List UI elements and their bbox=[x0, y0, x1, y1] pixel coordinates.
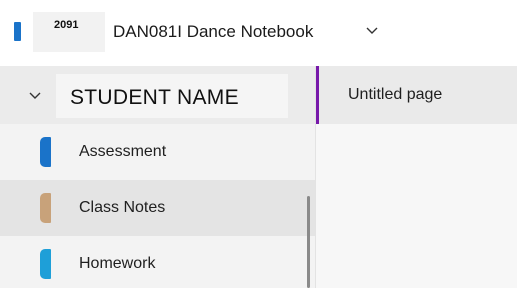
page-label: Untitled page bbox=[348, 86, 443, 103]
onenote-app: 2091 DAN081I Dance Notebook STUDENT NAME… bbox=[0, 0, 517, 288]
notebook-title[interactable]: DAN081I Dance Notebook bbox=[113, 22, 313, 42]
page-item-untitled[interactable]: Untitled page bbox=[316, 66, 517, 124]
pages-pane: Untitled page bbox=[316, 66, 517, 288]
section-group-header[interactable]: STUDENT NAME bbox=[0, 66, 315, 124]
notebook-badge: 2091 bbox=[33, 12, 105, 52]
section-item-assessment[interactable]: Assessment bbox=[0, 124, 315, 180]
section-tab-icon bbox=[40, 193, 51, 223]
section-tab-icon bbox=[40, 249, 51, 279]
section-label: Class Notes bbox=[79, 199, 166, 216]
section-group-label: STUDENT NAME bbox=[70, 86, 239, 109]
sections-scrollbar[interactable] bbox=[307, 196, 310, 288]
notebook-icon bbox=[14, 22, 21, 41]
section-tab-icon bbox=[40, 137, 51, 167]
section-label: Assessment bbox=[79, 143, 167, 160]
section-item-class-notes[interactable]: Class Notes bbox=[0, 180, 315, 236]
chevron-down-icon[interactable] bbox=[28, 88, 42, 102]
section-label: Homework bbox=[79, 255, 156, 272]
section-group-badge: STUDENT NAME bbox=[56, 74, 288, 118]
notebook-header: 2091 DAN081I Dance Notebook bbox=[0, 0, 517, 66]
page-selected-indicator bbox=[316, 66, 319, 124]
sections-pane: STUDENT NAME Assessment Class Notes Home… bbox=[0, 66, 315, 288]
chevron-down-icon[interactable] bbox=[364, 22, 380, 38]
notebook-badge-text: 2091 bbox=[54, 19, 79, 31]
section-item-homework[interactable]: Homework bbox=[0, 236, 315, 288]
